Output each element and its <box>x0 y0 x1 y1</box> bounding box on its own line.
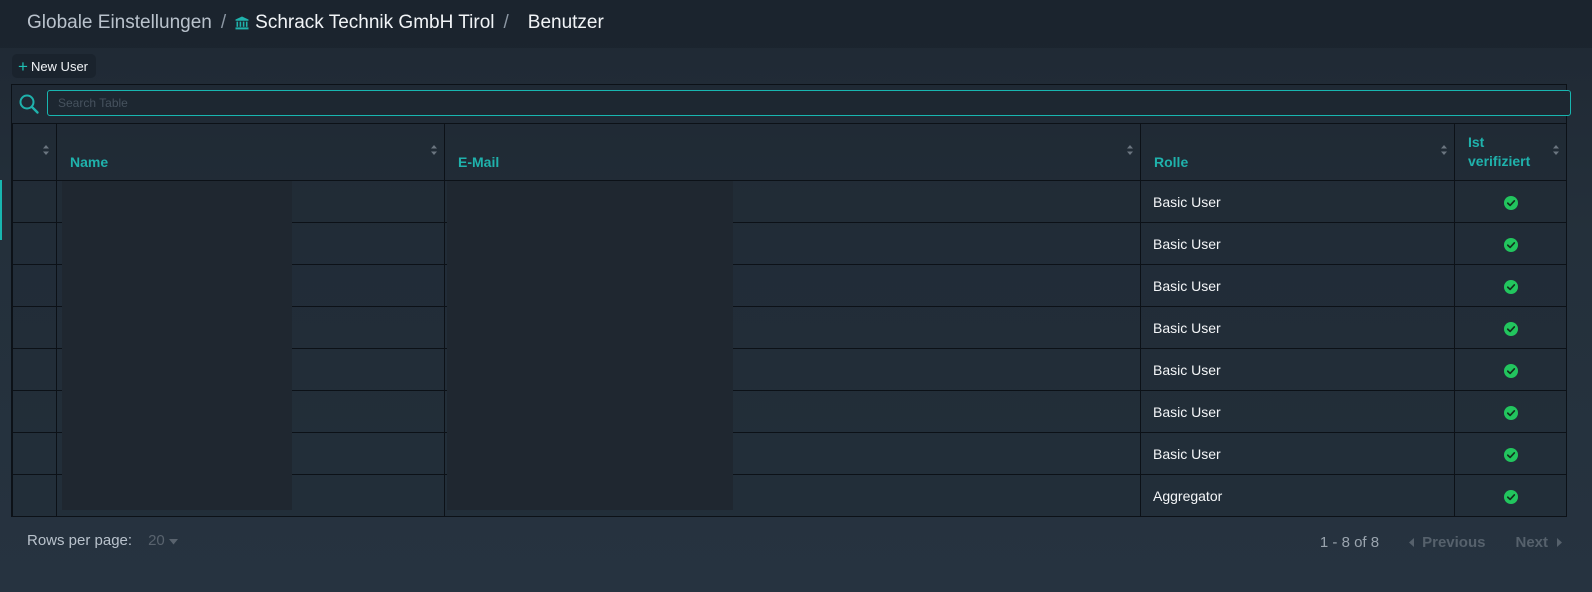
verified-cell <box>1454 432 1567 475</box>
verified-cell <box>1454 390 1567 433</box>
new-user-label: New User <box>30 58 89 74</box>
rows-per-page-value: 20 <box>148 532 165 549</box>
verified-cell <box>1454 222 1567 265</box>
role-cell: Basic User <box>1140 180 1455 223</box>
row-select-cell[interactable] <box>12 432 57 475</box>
row-select-cell[interactable] <box>12 180 57 223</box>
column-header-role[interactable]: Rolle <box>1140 123 1455 181</box>
verified-check-icon <box>1503 321 1518 336</box>
rows-per-page: Rows per page: 20 <box>27 532 178 549</box>
verified-cell <box>1454 264 1567 307</box>
chevron-left-icon <box>1409 538 1415 547</box>
previous-label: Previous <box>1422 534 1486 551</box>
role-cell: Basic User <box>1140 348 1455 391</box>
verified-check-icon <box>1503 405 1518 420</box>
verified-check-icon <box>1503 447 1518 462</box>
new-user-button[interactable]: + New User <box>12 54 97 78</box>
role-cell: Basic User <box>1140 264 1455 307</box>
verified-cell <box>1454 180 1567 223</box>
verified-cell <box>1454 306 1567 349</box>
search-bar <box>12 85 1571 124</box>
breadcrumb-organization-label: Schrack Technik GmbH Tirol <box>255 12 495 33</box>
role-cell: Aggregator <box>1140 474 1455 517</box>
sort-icon[interactable] <box>42 144 50 156</box>
row-select-cell[interactable] <box>12 474 57 517</box>
redacted-email-column <box>447 181 733 510</box>
sort-icon[interactable] <box>1126 144 1134 156</box>
row-select-cell[interactable] <box>12 390 57 433</box>
verified-check-icon <box>1503 363 1518 378</box>
rows-per-page-label: Rows per page: <box>27 532 133 549</box>
users-table-container: Name E-Mail Rolle Ist verifiziert Basic … <box>11 84 1571 517</box>
redacted-name-column <box>62 181 292 510</box>
column-header-select[interactable] <box>12 123 57 181</box>
row-select-cell[interactable] <box>12 222 57 265</box>
sort-icon[interactable] <box>1440 144 1448 156</box>
table-header-row: Name E-Mail Rolle Ist verifiziert <box>12 123 1567 181</box>
chevron-right-icon <box>1557 538 1562 547</box>
verified-cell <box>1454 474 1567 517</box>
role-cell: Basic User <box>1140 390 1455 433</box>
search-icon[interactable] <box>18 93 40 115</box>
role-cell: Basic User <box>1140 432 1455 475</box>
breadcrumb: Globale Einstellungen / Schrack Technik … <box>27 10 604 36</box>
verified-check-icon <box>1503 489 1518 504</box>
breadcrumb-root[interactable]: Globale Einstellungen <box>27 12 212 34</box>
breadcrumb-organization[interactable]: Schrack Technik GmbH Tirol <box>235 12 494 34</box>
previous-page-button[interactable]: Previous <box>1409 534 1485 551</box>
verified-check-icon <box>1503 237 1518 252</box>
institution-icon <box>235 16 249 30</box>
breadcrumb-separator: / <box>503 12 509 33</box>
pagination: 1 - 8 of 8 Previous Next <box>1320 534 1562 551</box>
column-header-email[interactable]: E-Mail <box>444 123 1141 181</box>
pagination-range: 1 - 8 of 8 <box>1319 534 1380 551</box>
next-label: Next <box>1515 534 1548 551</box>
verified-check-icon <box>1503 279 1518 294</box>
sidebar-accent-bar <box>0 180 2 240</box>
search-input[interactable] <box>47 90 1571 116</box>
sort-icon[interactable] <box>1552 144 1560 156</box>
plus-icon: + <box>18 56 28 76</box>
breadcrumb-current: Benutzer <box>527 12 604 33</box>
row-select-cell[interactable] <box>12 264 57 307</box>
row-select-cell[interactable] <box>12 306 57 349</box>
role-cell: Basic User <box>1140 306 1455 349</box>
row-select-cell[interactable] <box>12 348 57 391</box>
column-header-name[interactable]: Name <box>56 123 445 181</box>
caret-down-icon <box>168 539 178 545</box>
breadcrumb-separator: / <box>220 12 227 33</box>
rows-per-page-select[interactable]: 20 <box>148 532 178 549</box>
column-header-verified[interactable]: Ist verifiziert <box>1454 123 1567 181</box>
role-cell: Basic User <box>1140 222 1455 265</box>
verified-check-icon <box>1503 195 1518 210</box>
verified-cell <box>1454 348 1567 391</box>
next-page-button[interactable]: Next <box>1515 534 1562 551</box>
sort-icon[interactable] <box>430 144 438 156</box>
